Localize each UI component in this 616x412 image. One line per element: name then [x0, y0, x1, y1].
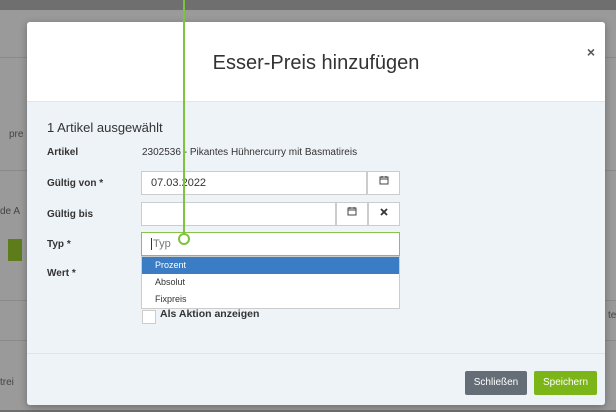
bg-text-fragment: pre — [9, 129, 24, 140]
annotation-pointer-line — [183, 0, 185, 234]
close-icon[interactable]: × — [587, 44, 595, 60]
gueltig-von-label: Gültig von * — [47, 178, 104, 189]
selection-count: 1 Artikel ausgewählt — [47, 120, 163, 135]
wert-label: Wert * — [47, 268, 76, 279]
modal-body: 1 Artikel ausgewählt Artikel 2302536 - P… — [27, 102, 605, 353]
typ-placeholder: Typ — [153, 238, 171, 250]
gueltig-von-input[interactable]: 07.03.2022 — [141, 171, 367, 195]
gueltig-bis-input[interactable] — [141, 202, 336, 226]
aktion-label: Als Aktion anzeigen — [160, 308, 260, 320]
calendar-icon[interactable] — [336, 202, 368, 226]
typ-option-prozent[interactable]: Prozent — [142, 257, 399, 274]
clear-x-icon[interactable] — [368, 202, 400, 226]
calendar-icon[interactable] — [367, 171, 400, 195]
typ-label: Typ * — [47, 239, 71, 250]
save-button[interactable]: Speichern — [534, 371, 597, 395]
modal-header: Esser-Preis hinzufügen × — [27, 22, 605, 102]
annotation-pointer-dot — [178, 233, 190, 245]
bg-text-fragment: trei — [0, 377, 14, 388]
artikel-label: Artikel — [47, 147, 79, 158]
artikel-value: 2302536 - Pikantes Hühnercurry mit Basma… — [142, 147, 358, 158]
bg-button — [8, 239, 22, 261]
add-price-modal: Esser-Preis hinzufügen × 1 Artikel ausge… — [27, 22, 605, 405]
bg-text-fragment: de A — [0, 206, 21, 217]
gueltig-bis-label: Gültig bis — [47, 209, 94, 220]
text-caret — [151, 238, 152, 251]
modal-title: Esser-Preis hinzufügen — [212, 52, 420, 74]
typ-option-absolut[interactable]: Absolut — [142, 274, 399, 291]
close-button[interactable]: Schließen — [465, 371, 527, 395]
typ-option-fixpreis[interactable]: Fixpreis — [142, 291, 399, 308]
modal-footer: Schließen Speichern — [27, 353, 605, 405]
aktion-checkbox[interactable] — [142, 310, 156, 324]
bg-text-fragment: te — [608, 310, 616, 321]
typ-dropdown: Prozent Absolut Fixpreis — [141, 256, 400, 309]
